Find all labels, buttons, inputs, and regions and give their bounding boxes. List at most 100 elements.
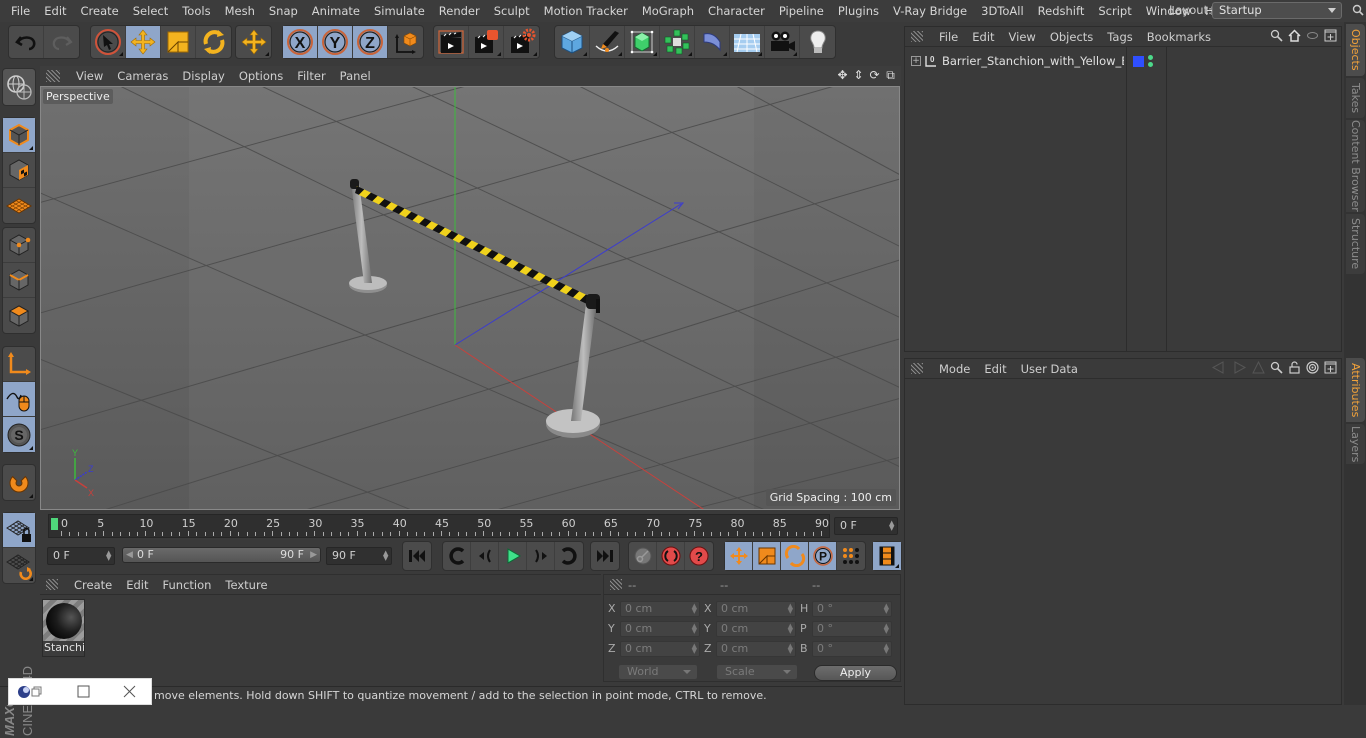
coord-value-field[interactable]: 0 cm ▲ ▼ [716,621,796,637]
move-tool-button[interactable] [126,26,161,58]
deformer-button[interactable] [695,26,730,58]
material-menu-create[interactable]: Create [68,578,120,592]
search-icon[interactable] [1352,4,1364,16]
menu-mograph[interactable]: MoGraph [635,4,701,18]
start-frame-field[interactable]: 0 F ▲ ▼ [47,547,115,565]
spinner-icon[interactable]: ▲ ▼ [788,623,793,635]
spinner-icon[interactable]: ▲ ▼ [692,623,697,635]
menu-render[interactable]: Render [432,4,487,18]
menu-plugins[interactable]: Plugins [831,4,886,18]
coord-value-field[interactable]: 0 cm ▲ ▼ [620,601,700,617]
apply-button[interactable]: Apply [814,665,897,681]
live-selection-button[interactable] [91,26,126,58]
3d-viewport[interactable]: Perspective Y Z X Grid Spacing : 100 cm [40,86,900,510]
coordinate-type-select[interactable]: Scale [716,664,798,680]
menu-script[interactable]: Script [1091,4,1138,18]
auto-keying-button[interactable] [657,542,685,570]
render-picture-viewer-button[interactable] [469,26,504,58]
end-frame-field[interactable]: 90 F ▲ ▼ [326,547,392,565]
edges-mode-button[interactable] [3,263,35,298]
coordinate-system-button[interactable] [388,26,423,58]
maximize-window-icon[interactable] [77,685,90,698]
tab-objects[interactable]: Objects [1346,24,1365,76]
spinner-icon[interactable]: ▲ ▼ [889,520,894,532]
model-mode-button[interactable] [3,118,35,153]
menu-tools[interactable]: Tools [175,4,217,18]
panel-grip-icon[interactable] [46,579,58,590]
rotate-tool-button[interactable] [196,26,231,58]
menu-edit[interactable]: Edit [37,4,73,18]
camera-label[interactable]: Perspective [43,89,113,104]
attribute-menu-user-data[interactable]: User Data [1015,362,1086,376]
solo-button[interactable]: S [3,417,35,452]
x-axis-lock-button[interactable]: X [283,26,318,58]
tab-layers[interactable]: Layers [1346,424,1365,464]
material-menu-texture[interactable]: Texture [219,578,275,592]
expand-icon[interactable]: + [911,56,921,66]
menu-motion-tracker[interactable]: Motion Tracker [537,4,635,18]
key-rotation-button[interactable] [781,542,809,570]
panel-grip-icon[interactable] [610,579,622,590]
coord-value-field[interactable]: 0 ° ▲ ▼ [812,641,892,657]
coord-value-field[interactable]: 0 cm ▲ ▼ [716,641,796,657]
spinner-icon[interactable]: ▲ ▼ [884,623,889,635]
up-arrow-icon[interactable] [1252,361,1265,374]
range-right-arrow-icon[interactable]: ▶ [310,548,317,562]
last-tool-button[interactable] [236,26,271,58]
record-key-button[interactable] [629,542,657,570]
menu-3dtoall[interactable]: 3DToAll [974,4,1031,18]
viewport-menu-options[interactable]: Options [233,69,291,83]
target-icon[interactable] [1306,361,1319,374]
axis-mode-button[interactable] [3,347,35,382]
frame-range-slider[interactable]: ◀ 0 F 90 F ▶ [122,547,321,563]
dolly-view-icon[interactable]: ⇕ [852,68,865,82]
object-menu-view[interactable]: View [1003,30,1044,44]
object-row[interactable]: + 0 Barrier_Stanchion_with_Yellow_Belt [907,51,1343,71]
key-scale-button[interactable] [753,542,781,570]
menu-sculpt[interactable]: Sculpt [487,4,537,18]
current-frame-marker[interactable] [51,518,58,530]
next-frame-button[interactable] [527,542,555,570]
attribute-menu-mode[interactable]: Mode [933,362,978,376]
timeline-window-button[interactable] [873,542,901,570]
play-button[interactable] [499,542,527,570]
go-to-start-button[interactable] [403,542,431,570]
spinner-icon[interactable]: ▲ ▼ [692,643,697,655]
undo-button[interactable] [9,26,44,58]
light-button[interactable] [800,26,835,58]
redo-button[interactable] [44,26,79,58]
object-menu-file[interactable]: File [933,30,966,44]
menu-vray-bridge[interactable]: V-Ray Bridge [886,4,974,18]
texture-mode-button[interactable] [3,153,35,188]
keyframe-selection-button[interactable]: ? [685,542,713,570]
workplane-align-button[interactable] [3,548,35,583]
z-axis-lock-button[interactable]: Z [353,26,388,58]
orbit-view-icon[interactable]: ⟳ [868,68,881,82]
subdivision-surface-button[interactable] [625,26,660,58]
back-forward-icon[interactable] [1211,361,1247,374]
layer-color-swatch[interactable] [1133,55,1144,67]
render-view-button[interactable] [434,26,469,58]
menu-pipeline[interactable]: Pipeline [772,4,831,18]
go-to-end-button[interactable] [591,542,619,570]
floor-button[interactable] [730,26,765,58]
spinner-icon[interactable]: ▲ ▼ [788,643,793,655]
polygons-mode-button[interactable] [3,298,35,333]
pan-view-icon[interactable]: ✥ [836,68,849,82]
viewport-menu-display[interactable]: Display [176,69,232,83]
attribute-menu-edit[interactable]: Edit [978,362,1014,376]
object-menu-tags[interactable]: Tags [1101,30,1140,44]
menu-character[interactable]: Character [701,4,772,18]
search-icon[interactable] [1270,361,1283,374]
panel-grip-icon[interactable] [911,31,923,42]
previous-frame-button[interactable] [471,542,499,570]
menu-mesh[interactable]: Mesh [218,4,262,18]
coord-value-field[interactable]: 0 cm ▲ ▼ [716,601,796,617]
spinner-icon[interactable]: ▲ ▼ [884,643,889,655]
key-parameter-button[interactable]: P [809,542,837,570]
menu-redshift[interactable]: Redshift [1031,4,1092,18]
spinner-icon[interactable]: ▲ ▼ [884,603,889,615]
lock-icon[interactable] [1288,361,1301,374]
panel-grip-icon[interactable] [46,70,60,82]
cloner-button[interactable] [660,26,695,58]
